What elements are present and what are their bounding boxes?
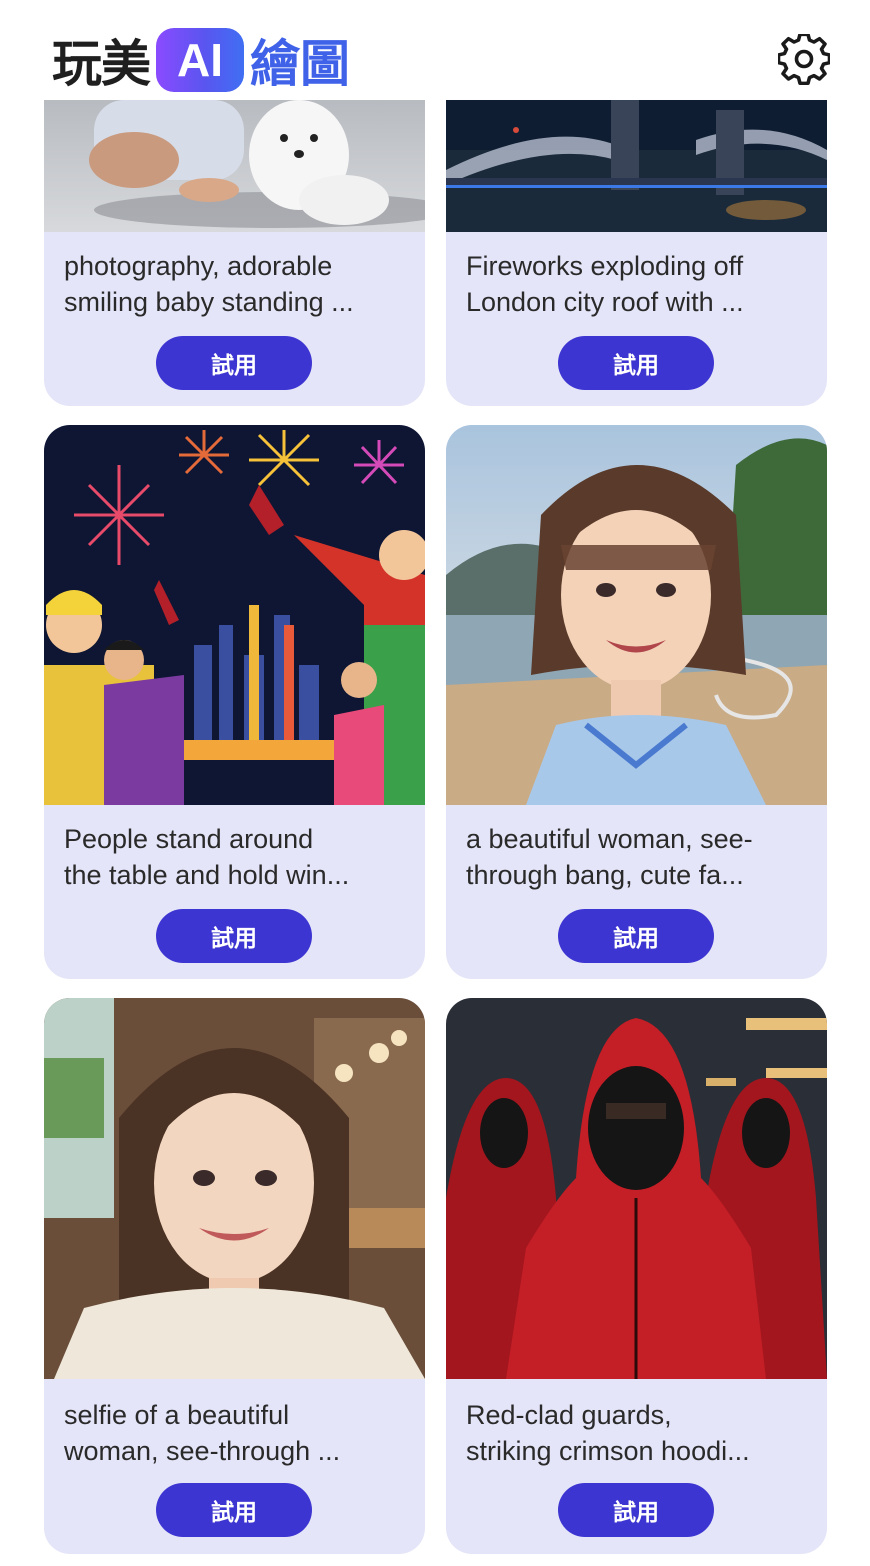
prompt-card[interactable]: photography, adorable smiling baby stand… xyxy=(44,60,425,406)
prompt-card[interactable]: Red-clad guards, striking crimson hoodi.… xyxy=(446,998,827,1554)
caption-line: through bang, cute fa... xyxy=(466,860,744,890)
red-hoodies-image xyxy=(446,998,827,1379)
logo-text-part1: 玩美 xyxy=(52,35,151,93)
prompt-card[interactable]: selfie of a beautiful woman, see-through… xyxy=(44,998,425,1554)
logo-text-part2: 繪圖 xyxy=(250,35,350,93)
caption-line: a beautiful woman, see- xyxy=(466,824,753,854)
card-caption: Fireworks exploding off London city roof… xyxy=(466,248,809,320)
try-button[interactable]: 試用 xyxy=(558,336,714,390)
caption-line: the table and hold win... xyxy=(64,860,350,890)
app-header: 玩美 AI 繪圖 xyxy=(0,0,870,100)
selfie-woman-image xyxy=(44,998,425,1379)
app-logo: 玩美 AI 繪圖 xyxy=(52,28,350,93)
try-button[interactable]: 試用 xyxy=(558,1483,714,1537)
try-button[interactable]: 試用 xyxy=(156,909,312,963)
caption-line: Red-clad guards, xyxy=(466,1400,672,1430)
card-caption: People stand around the table and hold w… xyxy=(64,821,407,893)
caption-line: striking crimson hoodi... xyxy=(466,1436,750,1466)
card-image[interactable] xyxy=(44,998,425,1379)
caption-line: woman, see-through ... xyxy=(64,1436,341,1466)
logo-ai-badge: AI xyxy=(156,28,244,92)
card-caption: Red-clad guards, striking crimson hoodi.… xyxy=(466,1397,809,1469)
caption-line: photography, adorable xyxy=(64,251,333,281)
prompt-card[interactable]: Fireworks exploding off London city roof… xyxy=(446,60,827,406)
caption-line: smiling baby standing ... xyxy=(64,287,354,317)
beach-woman-image xyxy=(446,425,827,805)
party-illustration-image xyxy=(44,425,425,805)
try-button[interactable]: 試用 xyxy=(156,1483,312,1537)
card-caption: a beautiful woman, see- through bang, cu… xyxy=(466,821,809,893)
card-image[interactable] xyxy=(446,425,827,805)
card-caption: selfie of a beautiful woman, see-through… xyxy=(64,1397,407,1469)
gear-icon xyxy=(778,34,830,86)
caption-line: People stand around xyxy=(64,824,314,854)
card-image[interactable] xyxy=(446,998,827,1379)
try-button[interactable]: 試用 xyxy=(156,336,312,390)
caption-line: London city roof with ... xyxy=(466,287,744,317)
settings-button[interactable] xyxy=(778,34,830,86)
prompt-card[interactable]: a beautiful woman, see- through bang, cu… xyxy=(446,425,827,979)
card-caption: photography, adorable smiling baby stand… xyxy=(64,248,407,320)
try-button[interactable]: 試用 xyxy=(558,909,714,963)
card-image[interactable] xyxy=(44,425,425,805)
caption-line: selfie of a beautiful xyxy=(64,1400,290,1430)
caption-line: Fireworks exploding off xyxy=(466,251,744,281)
prompt-card[interactable]: People stand around the table and hold w… xyxy=(44,425,425,979)
